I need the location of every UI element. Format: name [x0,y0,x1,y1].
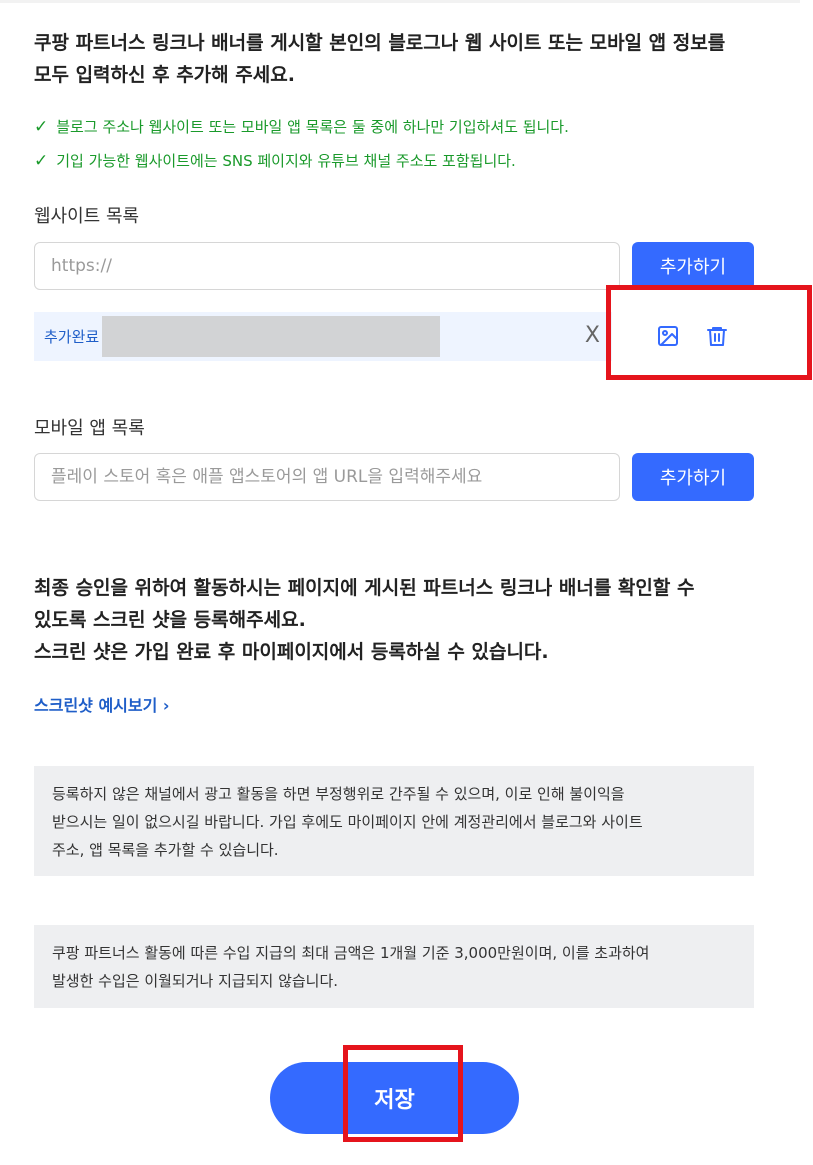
mobile-app-url-input[interactable] [34,453,620,501]
remove-website-button[interactable]: X [585,323,600,349]
mobile-app-list-label: 모바일 앱 목록 [34,418,145,439]
added-status-label: 추가완료 [44,328,100,346]
screenshot-notice-line-3: 스크린 샷은 가입 완료 후 마이페이지에서 등록하실 수 있습니다. [34,641,549,663]
trash-icon [707,327,727,346]
intro-line-1: 쿠팡 파트너스 링크나 배너를 게시할 본인의 블로그나 웹 사이트 또는 모바… [34,32,726,54]
image-icon [658,326,678,346]
added-website-row: 추가완료 X [34,312,612,361]
info-line: 받으시는 일이 없으시길 바랍니다. 가입 후에도 마이페이지 안에 계정관리에… [52,813,643,831]
screenshot-notice-line-2: 있도록 스크린 샷을 등록해주세요. [34,609,306,631]
check-note-2: ✓ 기입 가능한 웹사이트에는 SNS 페이지와 유튜브 채널 주소도 포함됩니… [34,150,516,171]
intro-line-2: 모두 입력하신 후 추가해 주세요. [34,64,295,86]
save-button[interactable]: 저장 [270,1062,519,1134]
image-upload-button[interactable] [654,322,682,350]
info-line: 주소, 앱 목록을 추가할 수 있습니다. [52,841,279,859]
info-line: 쿠팡 파트너스 활동에 따른 수입 지급의 최대 금액은 1개월 기준 3,00… [52,944,650,962]
screenshot-example-link[interactable]: 스크린샷 예시보기 › [34,692,170,716]
info-line: 발생한 수입은 이월되거나 지급되지 않습니다. [52,972,339,990]
check-icon: ✓ [34,116,49,137]
screenshot-notice-line-1: 최종 승인을 위하여 활동하시는 페이지에 게시된 파트너스 링크나 배너를 확… [34,577,695,599]
info-box-warning: 등록하지 않은 채널에서 광고 활동을 하면 부정행위로 간주될 수 있으며, … [34,766,754,876]
check-note-text: 기입 가능한 웹사이트에는 SNS 페이지와 유튜브 채널 주소도 포함됩니다. [56,152,516,170]
check-icon: ✓ [34,150,49,171]
delete-website-button[interactable] [703,322,731,350]
check-note-1: ✓ 블로그 주소나 웹사이트 또는 모바일 앱 목록은 둘 중에 하나만 기입하… [34,116,569,137]
top-divider [0,0,800,3]
info-line: 등록하지 않은 채널에서 광고 활동을 하면 부정행위로 간주될 수 있으며, … [52,785,625,803]
info-box-payment-limit: 쿠팡 파트너스 활동에 따른 수입 지급의 최대 금액은 1개월 기준 3,00… [34,925,754,1008]
check-note-text: 블로그 주소나 웹사이트 또는 모바일 앱 목록은 둘 중에 하나만 기입하셔도… [56,118,569,136]
mobile-app-add-button[interactable]: 추가하기 [632,453,754,501]
screenshot-notice: 최종 승인을 위하여 활동하시는 페이지에 게시된 파트너스 링크나 배너를 확… [34,572,774,668]
website-url-input[interactable] [34,242,620,290]
intro-text: 쿠팡 파트너스 링크나 배너를 게시할 본인의 블로그나 웹 사이트 또는 모바… [34,27,774,91]
website-add-button[interactable]: 추가하기 [632,242,754,290]
website-list-label: 웹사이트 목록 [34,206,140,227]
redacted-website-url [102,316,441,357]
